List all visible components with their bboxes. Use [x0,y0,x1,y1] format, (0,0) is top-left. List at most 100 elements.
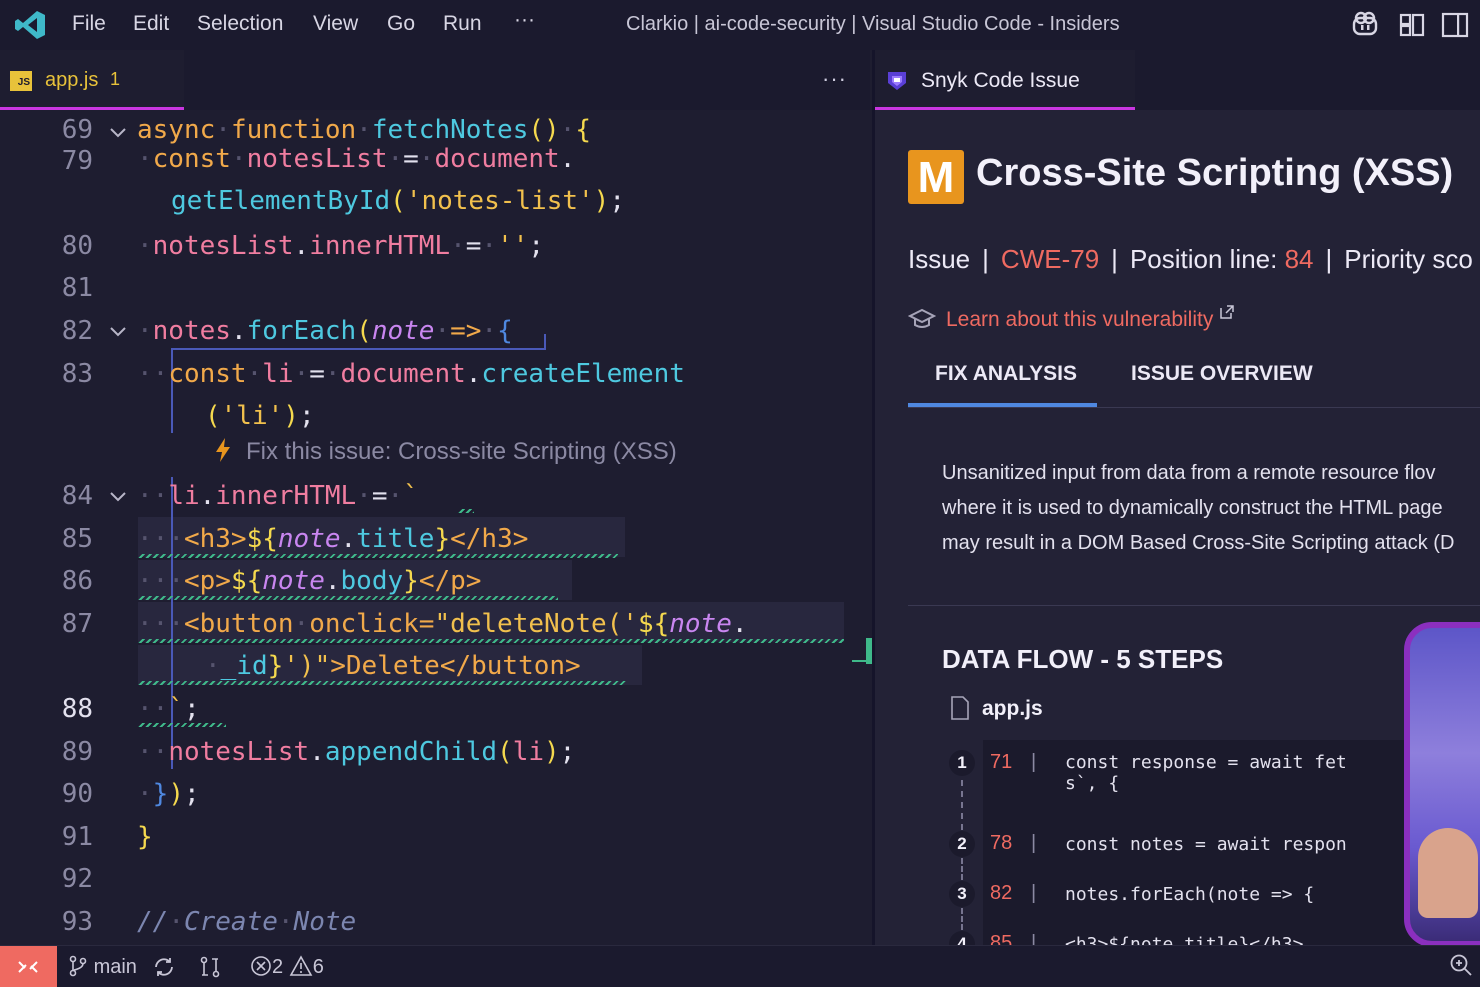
line-number: 92 [61,864,93,894]
fold-chevron-down-icon[interactable] [108,123,128,143]
cwe-link[interactable]: CWE-79 [1001,244,1099,274]
step-line-link[interactable]: 82 [990,882,1012,905]
javascript-file-icon: JS [10,71,32,91]
code-line: ·notesList.innerHTML·=·''; [137,231,545,261]
lightning-icon [216,438,230,462]
code-line: ·const·notesList·=·document. [137,144,576,174]
description-line: may result in a DOM Based Cross-Site Scr… [942,532,1455,554]
code-line: getElementById('notes-list'); [171,186,625,216]
menu-run[interactable]: Run [443,12,482,36]
code-line: ··notesList.appendChild(li); [137,737,576,767]
code-line: ··li.innerHTML·=·` [137,481,419,511]
external-link-icon [1220,305,1235,319]
line-number: 80 [61,231,93,261]
menu-edit[interactable]: Edit [133,12,169,36]
remote-indicator-button[interactable] [0,946,57,987]
warning-count: 6 [312,956,324,978]
fold-chevron-down-icon[interactable] [108,487,128,507]
vscode-logo-icon [15,11,45,39]
warning-icon [289,955,313,976]
more-actions-button[interactable]: ··· [822,66,847,92]
status-bar: main 2 6 [0,945,1480,987]
copilot-icon[interactable] [1350,10,1380,40]
error-count: 2 [272,956,284,978]
tab-fix-analysis[interactable]: FIX ANALYSIS [935,362,1077,386]
step-number: 2 [949,831,975,857]
menu-more[interactable]: ··· [514,8,535,32]
code-editor[interactable]: 69 79 80 81 82 83 84 85 86 87 88 89 90 9… [0,110,872,945]
editor-tab-bar: JS app.js 1 ··· [0,50,870,110]
tab-issue-overview[interactable]: ISSUE OVERVIEW [1131,362,1313,386]
minimap-marker [852,660,870,662]
branch-name: main [93,956,137,978]
step-line-link[interactable]: 85 [990,932,1012,945]
position-value[interactable]: 84 [1285,244,1314,274]
diagnostic-squiggle [138,596,558,600]
git-compare-icon[interactable] [198,955,222,979]
step-number: 4 [949,931,975,945]
fold-chevron-down-icon[interactable] [108,322,128,342]
code-line: ·_id}')">Delete</button> [205,651,581,681]
branch-status[interactable]: main [68,955,137,979]
code-line: ···<h3>${note.title}</h3> [137,524,529,554]
learn-link-label: Learn about this vulnerability [946,308,1214,331]
window-title: Clarkio | ai-code-security | Visual Stud… [626,13,1120,35]
menu-view[interactable]: View [313,12,358,36]
line-number: 86 [61,566,93,596]
step-number: 1 [949,750,975,776]
git-branch-icon [69,955,87,977]
step-connector [961,858,963,880]
description-line: where it is used to dynamically construc… [942,497,1443,519]
active-tab-indicator [908,403,1097,407]
problems-count-badge: 1 [110,69,121,89]
line-number: 87 [61,609,93,639]
tab-divider [908,407,1480,408]
menu-selection[interactable]: Selection [197,12,283,36]
step-code: const notes = await respon [1065,834,1347,855]
menu-go[interactable]: Go [387,12,415,36]
zoom-icon[interactable] [1448,952,1474,980]
line-number: 91 [61,822,93,852]
line-number: 89 [61,737,93,767]
data-flow-filename: app.js [982,697,1043,720]
code-line: ···<p>${note.body}</p> [137,566,482,596]
step-line-link[interactable]: 71 [990,751,1012,774]
priority-score: Priority sco [1344,244,1473,274]
toggle-sidebar-icon[interactable] [1440,10,1470,40]
layout-icon[interactable] [1397,10,1427,40]
step-separator: | [1031,882,1037,904]
codelens-fix-issue[interactable]: Fix this issue: Cross-site Scripting (XS… [214,438,677,466]
code-line: ··const·li·=·document.createElement [137,359,685,389]
code-line: async·function·fetchNotes()·{ [137,115,591,145]
tab-app-js[interactable]: JS app.js 1 [0,50,184,110]
panel-tab-bar: Snyk Code Issue [875,50,1480,110]
sync-icon[interactable] [152,955,176,979]
tab-snyk-code-issue[interactable]: Snyk Code Issue [875,50,1135,110]
diagnostic-squiggle [458,509,474,513]
diagnostic-squiggle [138,554,618,558]
line-number: 81 [61,273,93,303]
diagnostic-squiggle [138,639,844,643]
line-number: 85 [61,524,93,554]
tab-filename: app.js [45,69,99,91]
line-number: 84 [61,481,93,511]
line-number: 79 [61,146,93,176]
data-flow-title: DATA FLOW - 5 STEPS [942,644,1224,674]
learn-vulnerability-link[interactable]: Learn about this vulnerability [908,304,1235,332]
code-line: ('li'); [205,401,315,431]
data-flow-file: app.js [950,696,1043,721]
remote-icon [18,961,38,973]
line-number: 93 [61,907,93,937]
line-number: 90 [61,779,93,809]
line-number: 88 [61,694,93,724]
code-line: ··`; [137,694,200,724]
error-icon [251,956,271,976]
step-separator: | [1031,932,1037,945]
problems-status[interactable]: 2 6 [250,955,324,979]
graduation-cap-icon [908,308,936,328]
step-connector [961,780,963,830]
code-line: //·Create·Note [137,907,357,937]
code-line: ·}); [137,779,200,809]
step-line-link[interactable]: 78 [990,832,1012,855]
menu-file[interactable]: File [72,12,106,36]
